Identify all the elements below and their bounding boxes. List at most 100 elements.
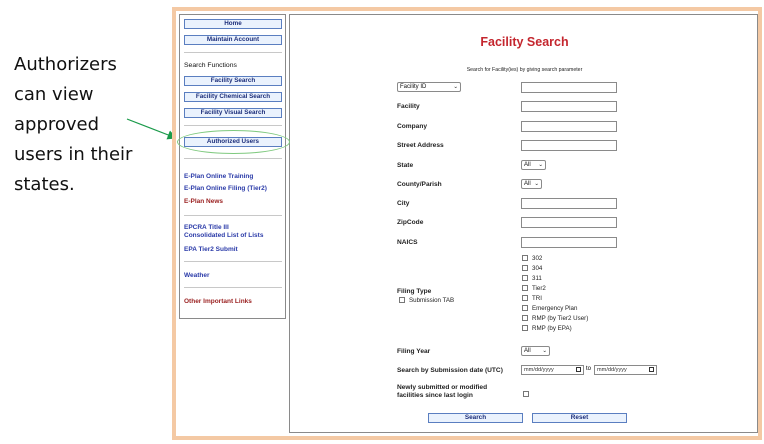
page-subtitle: Search for Facility(ies) by giving searc… bbox=[466, 67, 583, 73]
checkbox[interactable] bbox=[522, 265, 528, 272]
filing-type-rmp-epa[interactable]: RMP (by EPA) bbox=[522, 325, 572, 332]
filing-type-304[interactable]: 304 bbox=[522, 265, 542, 272]
filing-type-rmp-tier2[interactable]: RMP (by Tier2 User) bbox=[522, 315, 588, 322]
filing-type-emergency-plan[interactable]: Emergency Plan bbox=[522, 305, 577, 312]
sidebar-link-epcra[interactable]: EPCRA Title III Consolidated List of Lis… bbox=[184, 224, 263, 240]
sidebar-link-weather[interactable]: Weather bbox=[184, 272, 210, 280]
county-label: County/Parish bbox=[397, 181, 442, 188]
filing-type-label: Tier2 bbox=[532, 285, 546, 292]
city-input[interactable] bbox=[521, 198, 617, 209]
app-frame: Home Maintain Account Search Functions F… bbox=[172, 7, 762, 440]
street-label: Street Address bbox=[397, 142, 444, 149]
sidebar-link-epcra-line1: EPCRA Title III bbox=[184, 224, 229, 231]
facility-search-button[interactable]: Facility Search bbox=[184, 76, 282, 86]
callout-line: can view bbox=[14, 84, 94, 105]
divider bbox=[184, 52, 282, 53]
highlight-ellipse bbox=[177, 130, 290, 154]
date-to-value: mm/dd/yyyy bbox=[597, 367, 627, 373]
filing-type-label: RMP (by EPA) bbox=[532, 325, 572, 332]
chevron-down-icon: ⌄ bbox=[538, 162, 543, 168]
submission-tab-checkbox[interactable]: Submission TAB bbox=[399, 297, 454, 304]
company-label: Company bbox=[397, 123, 428, 130]
newly-submitted-line1: Newly submitted or modified bbox=[397, 384, 488, 391]
maintain-account-button[interactable]: Maintain Account bbox=[184, 35, 282, 45]
street-input[interactable] bbox=[521, 140, 617, 151]
state-select-value: All bbox=[524, 162, 531, 168]
callout-text: Authorizers can view approved users in t… bbox=[14, 50, 164, 200]
calendar-icon[interactable] bbox=[576, 367, 581, 372]
filing-type-label: 311 bbox=[532, 275, 542, 282]
company-input[interactable] bbox=[521, 121, 617, 132]
divider bbox=[184, 261, 282, 262]
callout-line: Authorizers bbox=[14, 54, 117, 75]
checkbox[interactable] bbox=[522, 315, 528, 322]
newly-submitted-label: Newly submitted or modified facilities s… bbox=[397, 384, 487, 400]
filing-type-tier2[interactable]: Tier2 bbox=[522, 285, 546, 292]
sidebar-link-epcra-line2: Consolidated List of Lists bbox=[184, 232, 264, 239]
filing-type-302[interactable]: 302 bbox=[522, 255, 542, 262]
reset-button[interactable]: Reset bbox=[532, 413, 627, 423]
divider bbox=[184, 287, 282, 288]
date-from-input[interactable]: mm/dd/yyyy bbox=[521, 365, 584, 375]
divider bbox=[184, 158, 282, 159]
naics-input[interactable] bbox=[521, 237, 617, 248]
facility-search-panel: Facility Search Search for Facility(ies)… bbox=[289, 14, 758, 433]
filing-year-select[interactable]: All ⌄ bbox=[521, 346, 550, 356]
sidebar-link-online-filing[interactable]: E-Plan Online Filing (Tier2) bbox=[184, 185, 267, 193]
checkbox[interactable] bbox=[522, 295, 528, 302]
newly-submitted-checkbox[interactable] bbox=[523, 391, 529, 397]
newly-submitted-line2: facilities since last login bbox=[397, 392, 473, 399]
naics-label: NAICS bbox=[397, 239, 418, 246]
sidebar-link-training[interactable]: E-Plan Online Training bbox=[184, 173, 253, 181]
city-label: City bbox=[397, 200, 410, 207]
sidebar: Home Maintain Account Search Functions F… bbox=[179, 14, 286, 319]
date-to-input[interactable]: mm/dd/yyyy bbox=[594, 365, 657, 375]
county-select-value: All bbox=[524, 181, 531, 187]
filing-type-311[interactable]: 311 bbox=[522, 275, 542, 282]
callout-line: users in their bbox=[14, 144, 133, 165]
state-select[interactable]: All ⌄ bbox=[521, 160, 546, 170]
checkbox[interactable] bbox=[522, 255, 528, 262]
facility-id-input[interactable] bbox=[521, 82, 617, 93]
filing-year-select-value: All bbox=[524, 348, 531, 354]
search-button[interactable]: Search bbox=[428, 413, 523, 423]
search-functions-heading: Search Functions bbox=[184, 62, 237, 69]
checkbox[interactable] bbox=[522, 285, 528, 292]
facility-chemical-search-button[interactable]: Facility Chemical Search bbox=[184, 92, 282, 102]
chevron-down-icon: ⌄ bbox=[542, 348, 547, 354]
filing-type-label: RMP (by Tier2 User) bbox=[532, 315, 589, 322]
sidebar-link-epa-tier2[interactable]: EPA Tier2 Submit bbox=[184, 246, 238, 254]
facility-label: Facility bbox=[397, 103, 420, 110]
filing-type-label: 304 bbox=[532, 265, 543, 272]
date-to-label: to bbox=[586, 366, 592, 372]
checkbox[interactable] bbox=[522, 325, 528, 332]
checkbox[interactable] bbox=[399, 297, 405, 304]
facility-visual-search-button[interactable]: Facility Visual Search bbox=[184, 108, 282, 118]
filing-type-tri[interactable]: TRI bbox=[522, 295, 542, 302]
checkbox[interactable] bbox=[522, 275, 528, 282]
divider bbox=[184, 215, 282, 216]
filing-type-label: TRI bbox=[532, 295, 542, 302]
divider bbox=[184, 125, 282, 126]
callout-line: approved bbox=[14, 114, 100, 135]
chevron-down-icon: ⌄ bbox=[534, 181, 539, 187]
chevron-down-icon: ⌄ bbox=[453, 84, 458, 90]
callout-line: states. bbox=[14, 174, 75, 195]
facility-input[interactable] bbox=[521, 101, 617, 112]
screenshot-root: Authorizers can view approved users in t… bbox=[0, 0, 764, 444]
filing-type-label: Filing Type bbox=[397, 288, 432, 295]
checkbox[interactable] bbox=[522, 305, 528, 312]
calendar-icon[interactable] bbox=[649, 367, 654, 372]
id-type-select[interactable]: Facility ID ⌄ bbox=[397, 82, 461, 92]
page-title: Facility Search bbox=[480, 35, 569, 49]
state-label: State bbox=[397, 162, 414, 169]
filing-type-label: 302 bbox=[532, 255, 543, 262]
id-type-select-value: Facility ID bbox=[400, 84, 427, 90]
home-button[interactable]: Home bbox=[184, 19, 282, 29]
county-select[interactable]: All ⌄ bbox=[521, 179, 542, 189]
zip-input[interactable] bbox=[521, 217, 617, 228]
filing-year-label: Filing Year bbox=[397, 348, 431, 355]
sidebar-link-other[interactable]: Other Important Links bbox=[184, 298, 252, 306]
date-search-label: Search by Submission date (UTC) bbox=[397, 367, 503, 374]
sidebar-link-news[interactable]: E-Plan News bbox=[184, 198, 223, 206]
